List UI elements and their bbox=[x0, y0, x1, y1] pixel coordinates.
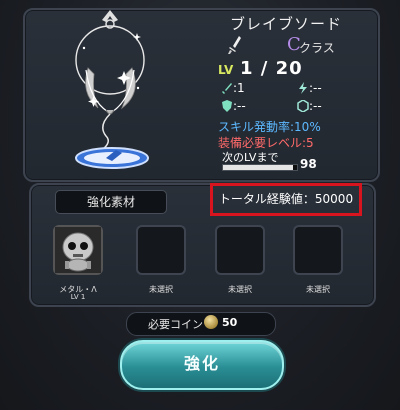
class-label: クラス bbox=[299, 41, 335, 55]
material-slot-4-label: 未選択 bbox=[306, 285, 330, 294]
attack-icon bbox=[222, 83, 232, 94]
material-slot-1-level: LV 1 bbox=[70, 293, 86, 301]
enhance-button[interactable]: 強化 bbox=[120, 340, 284, 390]
xp-progress-bar bbox=[222, 164, 298, 171]
total-exp-display: トータル経験値：50000 bbox=[210, 183, 362, 216]
stat-3: :-- bbox=[233, 99, 246, 113]
level-value: 1 / 20 bbox=[240, 58, 303, 79]
weapon-name: ブレイブソード bbox=[230, 15, 343, 33]
sword-icon bbox=[228, 36, 241, 54]
material-slot-4[interactable] bbox=[293, 225, 343, 275]
required-coin-value: 50 bbox=[222, 316, 238, 329]
required-coin-label: 必要コイン bbox=[148, 318, 203, 331]
skill-activation-rate: スキル発動率:10% bbox=[218, 120, 321, 134]
gem-icon bbox=[297, 100, 309, 112]
next-level-value: 98 bbox=[300, 157, 317, 171]
materials-label: 強化素材 bbox=[55, 190, 167, 214]
material-slot-2-label: 未選択 bbox=[149, 285, 173, 294]
xp-progress-fill bbox=[223, 165, 294, 170]
material-slot-3[interactable] bbox=[215, 225, 265, 275]
stat-4: :-- bbox=[309, 99, 322, 113]
level-prefix: LV bbox=[218, 63, 234, 77]
shield-icon bbox=[222, 100, 232, 112]
metal-monster-icon bbox=[55, 227, 101, 273]
material-slot-3-label: 未選択 bbox=[228, 285, 252, 294]
weapon-artwork bbox=[75, 10, 149, 169]
lightning-icon bbox=[299, 82, 307, 94]
next-level-label: 次のLVまで bbox=[222, 151, 279, 164]
material-slot-1[interactable] bbox=[53, 225, 103, 275]
coin-icon bbox=[204, 315, 218, 329]
stat-attack: :1 bbox=[233, 81, 245, 95]
material-slot-2[interactable] bbox=[136, 225, 186, 275]
stat-2: :-- bbox=[309, 81, 322, 95]
